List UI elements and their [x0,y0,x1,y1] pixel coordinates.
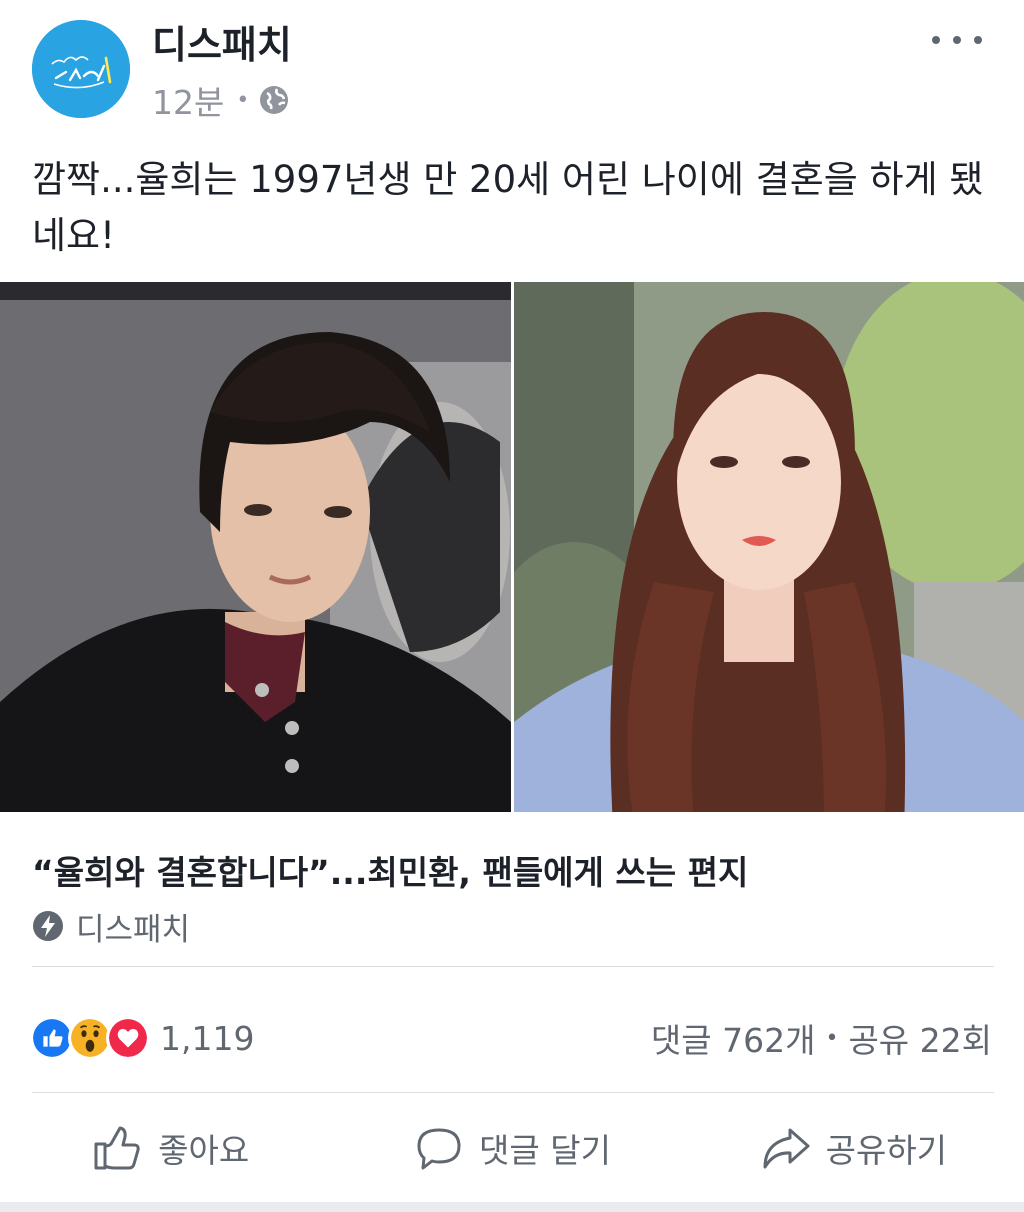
like-button-label: 좋아요 [158,1131,250,1170]
post-text: 깜짝...율희는 1997년생 만 20세 어린 나이에 결혼을 하게 됐네요! [32,158,984,257]
link-source-label: 디스패치 [76,911,191,948]
page-name[interactable]: 디스패치 [152,22,292,68]
meta-separator: • [236,87,250,113]
comment-count[interactable]: 댓글 762개 [651,1014,816,1062]
post-header: 디스패치 12분 • [0,0,1024,130]
dispatch-logo [32,20,130,118]
engagement-separator: • [825,1025,839,1051]
share-button-label: 공유하기 [825,1131,948,1170]
post-time[interactable]: 12분 [152,76,224,124]
divider [32,1092,994,1093]
photo-man [0,282,511,812]
action-bar: 좋아요 댓글 달기 공유하기 [0,1096,1024,1200]
share-button[interactable]: 공유하기 [683,1096,1024,1200]
share-icon [763,1128,810,1169]
facebook-post: 디스패치 12분 • 깜짝...율희는 1997년생 만 20세 어린 나이에 … [0,0,1024,1212]
link-title[interactable]: “율희와 결혼합니다”...최민환, 팬들에게 쓰는 편지 [32,848,992,898]
post-bottom-border [0,1202,1024,1212]
comment-icon [417,1128,461,1170]
link-image[interactable] [0,282,1024,812]
lightning-bolt-icon [33,911,63,941]
thumbs-up-icon [94,1126,140,1170]
photo-woman [514,282,1024,812]
love-icon [106,1016,150,1060]
link-source: 디스패치 [32,904,190,948]
reaction-count[interactable]: 1,119 [160,1019,254,1058]
more-options-icon[interactable] [932,22,982,58]
comment-button-label: 댓글 달기 [479,1131,611,1170]
like-button[interactable]: 좋아요 [0,1096,341,1200]
page-avatar[interactable] [32,20,130,118]
share-count[interactable]: 공유 22회 [848,1014,992,1062]
comment-button[interactable]: 댓글 달기 [341,1096,682,1200]
reactions-summary[interactable]: 1,119 [30,1010,254,1066]
post-meta: 12분 • [152,80,289,122]
engagement-summary: 댓글 762개 • 공유 22회 [651,1010,992,1066]
globe-icon[interactable] [259,85,289,115]
divider [32,966,994,967]
